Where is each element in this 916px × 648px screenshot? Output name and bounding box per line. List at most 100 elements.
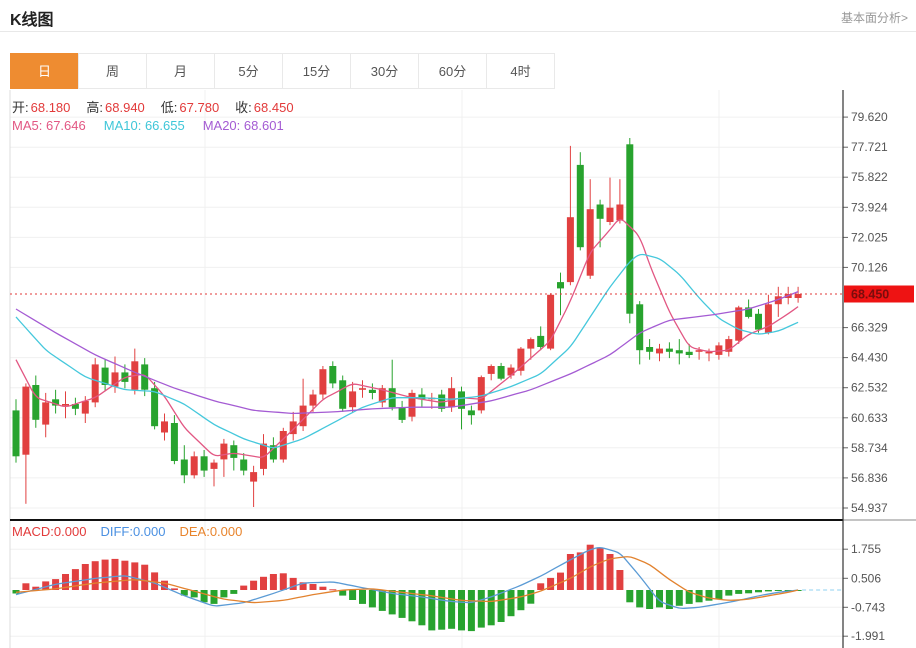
macd-histogram-bar [725, 590, 732, 596]
candle-body [557, 282, 564, 288]
macd-histogram-bar [468, 590, 475, 631]
candle-body [765, 304, 772, 333]
macd-histogram-bar [201, 590, 208, 602]
macd-histogram-bar [616, 570, 623, 590]
macd-histogram-bar [735, 590, 742, 594]
candle-body [201, 456, 208, 470]
candle-body [537, 336, 544, 347]
macd-histogram-bar [329, 589, 336, 590]
macd-histogram-bar [597, 548, 604, 590]
price-axis-label: 54.937 [851, 501, 888, 515]
macd-histogram-bar [715, 590, 722, 599]
macd-histogram-bar [369, 590, 376, 607]
macd-axis-label: -1.991 [851, 629, 885, 643]
candle-body [161, 421, 168, 432]
price-axis-label: 75.822 [851, 170, 888, 184]
candle-body [597, 205, 604, 219]
price-axis-label: 79.620 [851, 110, 888, 124]
macd-histogram-bar [22, 583, 29, 590]
candle-body [300, 406, 307, 427]
candle-body [151, 388, 158, 426]
tab-5min[interactable]: 5分 [214, 53, 283, 89]
macd-histogram-bar [517, 590, 524, 610]
candle-body [715, 345, 722, 355]
panel-separator [10, 519, 843, 521]
macd-histogram-bar [260, 577, 267, 590]
macd-histogram-bar [508, 590, 515, 616]
macd-axis-label: 0.506 [851, 571, 881, 585]
macd-histogram-bar [131, 562, 138, 590]
macd-histogram-bar [141, 565, 148, 590]
tab-month[interactable]: 月 [146, 53, 215, 89]
macd-histogram-bar [706, 590, 713, 601]
candle-body [171, 423, 178, 461]
price-axis-label: 62.532 [851, 381, 888, 395]
candle-body [676, 350, 683, 353]
candle-body [240, 460, 247, 471]
macd-histogram-bar [537, 583, 544, 590]
macd-histogram-bar [626, 590, 633, 602]
price-axis-label: 66.329 [851, 321, 888, 335]
macd-histogram-bar [458, 590, 465, 630]
candle-body [508, 368, 515, 376]
macd-histogram-bar [319, 587, 326, 590]
macd-histogram-bar [438, 590, 445, 630]
candle-body [42, 402, 49, 424]
candle-body [22, 387, 29, 455]
candle-body [181, 460, 188, 476]
macd-histogram-bar [171, 588, 178, 590]
candle-body [567, 217, 574, 282]
current-price-tag-label: 68.450 [851, 287, 889, 301]
candle-body [686, 352, 693, 355]
tab-week[interactable]: 周 [78, 53, 147, 89]
macd-axis-label: -0.743 [851, 600, 885, 614]
candle-body [329, 366, 336, 383]
candle-body [62, 404, 69, 406]
macd-histogram-bar [448, 590, 455, 629]
candle-body [527, 339, 534, 349]
macd-histogram-bar [250, 581, 257, 590]
macd-histogram-bar [765, 590, 772, 591]
macd-histogram-bar [270, 574, 277, 590]
candle-body [735, 307, 742, 340]
kline-page: 79.62077.72175.82273.92472.02570.12666.3… [0, 0, 916, 648]
candle-body [646, 347, 653, 352]
macd-histogram-bar [636, 590, 643, 607]
price-axis-label: 60.633 [851, 411, 888, 425]
candle-body [666, 349, 673, 352]
candle-body [488, 366, 495, 374]
candle-body [636, 304, 643, 350]
macd-histogram-bar [775, 590, 782, 591]
macd-histogram-bar [290, 578, 297, 590]
macd-histogram-bar [220, 590, 227, 597]
candle-body [399, 407, 406, 420]
price-axis-label: 73.924 [851, 200, 888, 214]
macd-histogram-bar [745, 590, 752, 593]
candle-body [577, 165, 584, 247]
tab-15min[interactable]: 15分 [282, 53, 351, 89]
period-tab-bar: 日 周 月 5分 15分 30分 60分 4时 [10, 53, 555, 89]
macd-histogram-bar [349, 590, 356, 600]
macd-histogram-bar [755, 590, 762, 592]
macd-histogram-bar [498, 590, 505, 622]
macd-histogram-bar [82, 564, 89, 590]
macd-histogram-bar [409, 590, 416, 621]
tab-4hour[interactable]: 4时 [486, 53, 555, 89]
candle-body [211, 463, 218, 469]
tab-30min[interactable]: 30分 [350, 53, 419, 89]
price-axis-label: 70.126 [851, 260, 888, 274]
macd-histogram-bar [527, 590, 534, 604]
candle-body [230, 445, 237, 458]
ma5-line [16, 220, 798, 457]
fundamental-analysis-link[interactable]: 基本面分析> [841, 9, 908, 26]
tab-day[interactable]: 日 [10, 53, 79, 89]
candle-body [755, 314, 762, 330]
candle-body [656, 349, 663, 354]
candle-body [587, 209, 594, 276]
macd-histogram-bar [676, 590, 683, 606]
candle-body [220, 444, 227, 460]
candle-body [498, 366, 505, 379]
kline-chart-canvas: 79.62077.72175.82273.92472.02570.12666.3… [0, 0, 916, 648]
candle-body [607, 208, 614, 222]
tab-60min[interactable]: 60分 [418, 53, 487, 89]
